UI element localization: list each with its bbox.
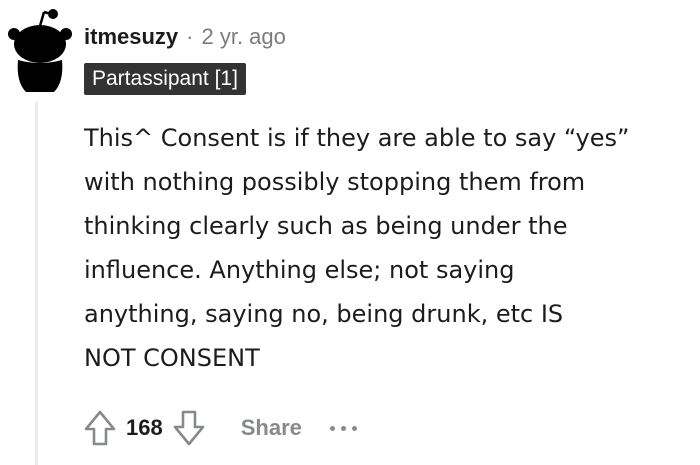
more-options-icon [340,425,346,431]
upvote-button[interactable] [80,404,120,452]
vote-score: 168 [126,415,163,440]
downvote-button[interactable] [169,404,209,452]
comment: itmesuzy · 2 yr. ago Partassipant [1] Th… [0,0,700,465]
snoo-avatar-icon [8,9,72,92]
share-button[interactable]: Share [241,415,302,441]
downvote-arrow-icon [173,410,205,446]
comment-body-line: with nothing possibly stopping them from [84,168,586,196]
timestamp[interactable]: 2 yr. ago [201,24,285,50]
upvote-arrow-icon [84,410,116,446]
user-flair: Partassipant [1] [84,63,246,95]
comment-body: This^ Consent is if they are able to say… [84,116,684,380]
comment-actions: 168 Share [80,404,357,452]
comment-body-line: NOT CONSENT [84,344,260,372]
more-options-icon [351,425,357,431]
meta-separator: · [186,24,194,49]
more-options-button[interactable] [329,418,357,438]
comment-body-line: influence. Anything else; not saying [84,256,515,284]
comment-body-line: anything, saying no, being drunk, etc IS [84,300,564,328]
comment-meta: itmesuzy · 2 yr. ago [84,22,286,52]
comment-body-line: thinking clearly such as being under the [84,212,568,240]
comment-body-line: This^ Consent is if they are able to say… [84,124,630,152]
username[interactable]: itmesuzy [84,24,178,50]
user-avatar[interactable] [4,4,76,96]
more-options-icon [329,425,335,431]
thread-line[interactable] [35,102,38,465]
